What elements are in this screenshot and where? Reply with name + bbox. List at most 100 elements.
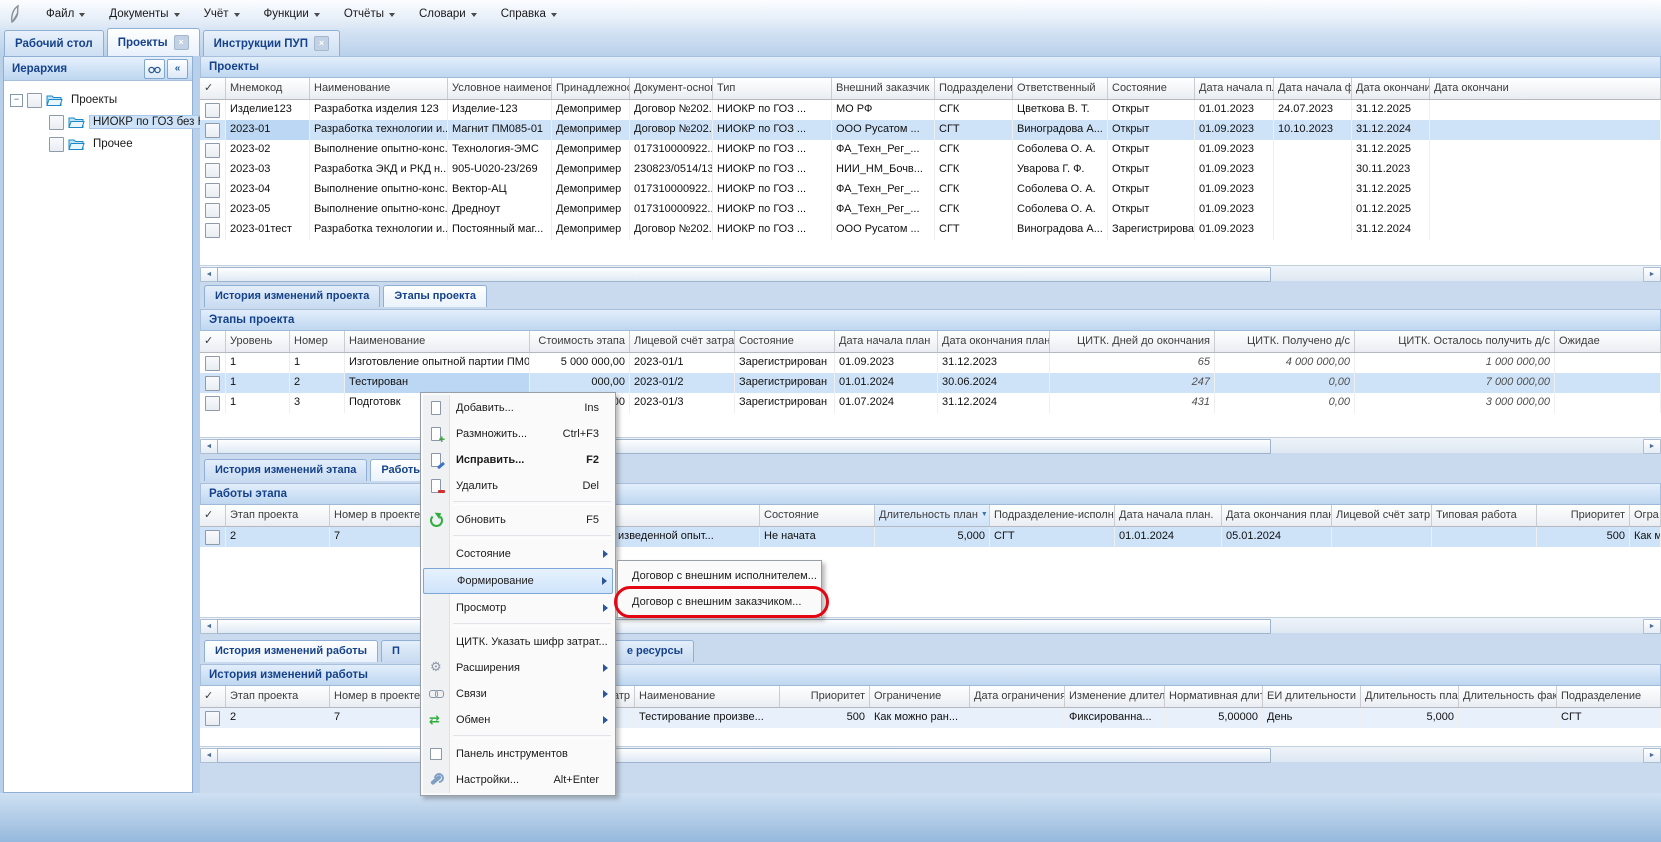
column-header[interactable]: Стоимость этапа <box>530 331 630 352</box>
column-header[interactable]: Подразделение-исполнитель.. <box>990 505 1115 526</box>
column-header[interactable]: Ограничение <box>870 686 970 707</box>
scrollbar-thumb[interactable] <box>217 439 1271 454</box>
menubar-item-3[interactable]: Учёт <box>192 0 252 27</box>
column-header[interactable]: ЦИТК. Дней до окончания <box>1050 331 1215 352</box>
menubar-item-2[interactable]: Документы <box>97 0 191 27</box>
checkbox[interactable] <box>205 396 220 411</box>
context-menu-item[interactable]: Состояние <box>423 541 613 567</box>
column-header[interactable]: Этап проекта <box>226 686 330 707</box>
row-checkbox-cell[interactable] <box>200 527 226 547</box>
scroll-left-icon[interactable]: ◄ <box>200 439 218 454</box>
row-checkbox-cell[interactable] <box>200 140 226 160</box>
row-checkbox-cell[interactable] <box>200 120 226 140</box>
scroll-right-icon[interactable]: ► <box>1643 267 1661 282</box>
column-header[interactable]: ЦИТК. Осталось получить д/с <box>1355 331 1555 352</box>
checkbox[interactable] <box>205 711 220 726</box>
window-tab[interactable]: Инструкции ПУП× <box>203 30 340 56</box>
checkbox[interactable] <box>205 203 220 218</box>
scroll-right-icon[interactable]: ► <box>1643 619 1661 634</box>
scrollbar-thumb[interactable] <box>217 748 1271 763</box>
column-header[interactable]: ЦИТК. Получено д/с <box>1215 331 1355 352</box>
column-header[interactable]: Наименование <box>345 331 530 352</box>
window-tab[interactable]: Рабочий стол <box>4 30 104 56</box>
checkbox[interactable] <box>205 183 220 198</box>
table-row[interactable]: 12Тестирован000,002023-01/2Зарегистриров… <box>200 373 1661 393</box>
table-row[interactable]: 2023-03Разработка ЭКД и РКД н...905-U020… <box>200 160 1661 180</box>
column-header[interactable]: Изменение длител <box>1065 686 1165 707</box>
context-menu-item[interactable]: УдалитьDel <box>423 473 613 499</box>
row-checkbox-cell[interactable] <box>200 220 226 240</box>
menubar-item-7[interactable]: Справка <box>489 0 569 27</box>
column-header[interactable]: ✓ <box>200 78 226 99</box>
column-header[interactable]: Дата ограничения <box>970 686 1065 707</box>
column-header[interactable]: Состояние <box>760 505 875 526</box>
checkbox[interactable] <box>205 143 220 158</box>
tree-item[interactable]: −Проекты <box>4 89 192 111</box>
tab-stages[interactable]: История изменений проекта <box>204 285 380 307</box>
column-header[interactable]: Дата начала план. <box>1115 505 1222 526</box>
table-row[interactable]: 2023-02Выполнение опытно-конс...Технолог… <box>200 140 1661 160</box>
column-header[interactable]: Документ-основан <box>630 78 713 99</box>
column-header[interactable]: Дата начала план <box>835 331 938 352</box>
menubar-item-4[interactable]: Функции <box>252 0 332 27</box>
table-row[interactable]: 11Изготовление опытной партии ПМ0...5 00… <box>200 353 1661 373</box>
column-header[interactable]: Длительность пла <box>1361 686 1459 707</box>
context-menu-item[interactable]: Формирование <box>423 568 613 594</box>
row-checkbox-cell[interactable] <box>200 160 226 180</box>
column-header[interactable]: Дата окончани <box>1430 78 1661 99</box>
tree-item[interactable]: НИОКР по ГОЗ без НДС <box>4 111 192 133</box>
context-menu-item[interactable]: Исправить...F2 <box>423 447 613 473</box>
column-header[interactable]: ЕИ длительности <box>1263 686 1361 707</box>
column-header[interactable]: Нормативная длит <box>1165 686 1263 707</box>
column-header[interactable]: Условное наименова <box>448 78 552 99</box>
column-header[interactable]: Дата окончания пл <box>1352 78 1430 99</box>
column-header[interactable]: Состояние <box>735 331 835 352</box>
table-row[interactable]: 2023-01Разработка технологии и...Магнит … <box>200 120 1661 140</box>
context-menu-item[interactable]: Расширения <box>423 655 613 681</box>
column-header[interactable]: Лицевой счёт затр <box>1332 505 1432 526</box>
row-checkbox-cell[interactable] <box>200 708 226 728</box>
checkbox[interactable] <box>205 530 220 545</box>
checkbox[interactable] <box>205 163 220 178</box>
scrollbar-thumb[interactable] <box>217 267 1271 282</box>
context-menu-item[interactable]: Размножить...Ctrl+F3 <box>423 421 613 447</box>
context-menu-item[interactable]: ОбновитьF5 <box>423 507 613 533</box>
tab-works[interactable]: История изменений этапа <box>204 459 367 481</box>
row-checkbox-cell[interactable] <box>200 393 226 413</box>
column-header[interactable]: Типовая работа <box>1432 505 1537 526</box>
tab-stages[interactable]: Этапы проекта <box>383 285 487 307</box>
scroll-right-icon[interactable]: ► <box>1643 439 1661 454</box>
column-header[interactable]: Огра <box>1630 505 1661 526</box>
close-icon[interactable]: × <box>174 35 189 50</box>
tab-work_history[interactable]: История изменений работы <box>204 640 378 662</box>
checkbox[interactable] <box>205 123 220 138</box>
table-row[interactable]: 2023-01тестРазработка технологии и...Пос… <box>200 220 1661 240</box>
checkbox[interactable] <box>49 115 64 130</box>
checkbox[interactable] <box>205 103 220 118</box>
submenu-item[interactable]: Договор с внешним исполнителем... <box>620 563 819 589</box>
column-header[interactable]: Приоритет <box>780 686 870 707</box>
scrollbar-thumb[interactable] <box>217 619 1271 634</box>
checkbox[interactable] <box>205 356 220 371</box>
row-checkbox-cell[interactable] <box>200 200 226 220</box>
row-checkbox-cell[interactable] <box>200 100 226 120</box>
context-menu-item[interactable]: Настройки...Alt+Enter <box>423 767 613 793</box>
expander-minus-icon[interactable]: − <box>10 94 23 107</box>
column-header[interactable]: Уровень <box>226 331 290 352</box>
checkbox[interactable] <box>205 223 220 238</box>
column-header[interactable]: ✓ <box>200 505 226 526</box>
scroll-left-icon[interactable]: ◄ <box>200 748 218 763</box>
column-header[interactable]: Ожидае <box>1555 331 1661 352</box>
column-header[interactable]: Наименование <box>310 78 448 99</box>
context-menu-item[interactable]: Добавить...Ins <box>423 395 613 421</box>
scroll-left-icon[interactable]: ◄ <box>200 267 218 282</box>
column-header[interactable]: Лицевой счёт затрат. <box>630 331 735 352</box>
context-menu-item[interactable]: Связи <box>423 681 613 707</box>
column-header[interactable]: Ответственный <box>1013 78 1108 99</box>
checkbox[interactable] <box>205 376 220 391</box>
column-header[interactable]: Номер <box>290 331 345 352</box>
context-menu-item[interactable]: ЦИТК. Указать шифр затрат... <box>423 629 613 655</box>
table-row[interactable]: 2023-04Выполнение опытно-конс...Вектор-А… <box>200 180 1661 200</box>
collapse-panel-icon[interactable]: « <box>167 59 188 79</box>
column-header[interactable]: Приоритет <box>1537 505 1630 526</box>
